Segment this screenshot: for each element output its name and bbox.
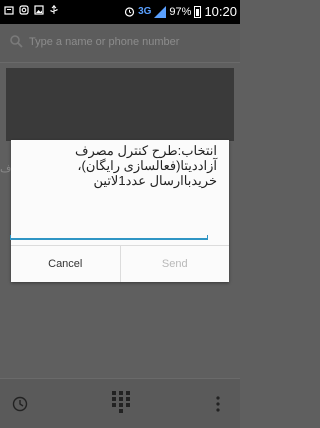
- alarm-icon: [124, 7, 135, 17]
- dialog-input-field[interactable]: [10, 222, 208, 240]
- status-right: 3G 97% 10:20: [124, 4, 237, 19]
- send-button[interactable]: Send: [121, 246, 230, 282]
- dialpad-icon[interactable]: [112, 391, 130, 415]
- send-dialog: انتخاب:طرح کنترل مصرف آزاددیتا(فعالسازی …: [11, 140, 229, 282]
- dialog-buttons: Cancel Send: [11, 245, 229, 282]
- search-icon: [10, 35, 23, 48]
- search-bar[interactable]: Type a name or phone number: [0, 24, 240, 63]
- status-bar: 3G 97% 10:20: [0, 0, 240, 24]
- battery-percent: 97%: [169, 5, 192, 18]
- search-input[interactable]: Type a name or phone number: [29, 36, 179, 48]
- dialog-message: انتخاب:طرح کنترل مصرف آزاددیتا(فعالسازی …: [74, 143, 217, 188]
- battery-icon: [194, 5, 202, 18]
- instagram-icon: [19, 5, 29, 15]
- cancel-button[interactable]: Cancel: [11, 246, 121, 282]
- background-text: ف: [0, 163, 12, 175]
- clock: 10:20: [204, 4, 237, 19]
- status-left-icons: [4, 5, 59, 15]
- input-underline: [10, 235, 208, 240]
- content-panel: [6, 68, 234, 141]
- notification-icon: [4, 6, 14, 15]
- signal-icon: [154, 5, 167, 18]
- network-type: 3G: [138, 6, 152, 17]
- recent-icon[interactable]: [12, 396, 28, 412]
- usb-icon: [50, 5, 58, 14]
- bottom-bar: [0, 378, 240, 428]
- image-icon: [34, 5, 44, 15]
- overflow-menu-icon[interactable]: [215, 396, 221, 412]
